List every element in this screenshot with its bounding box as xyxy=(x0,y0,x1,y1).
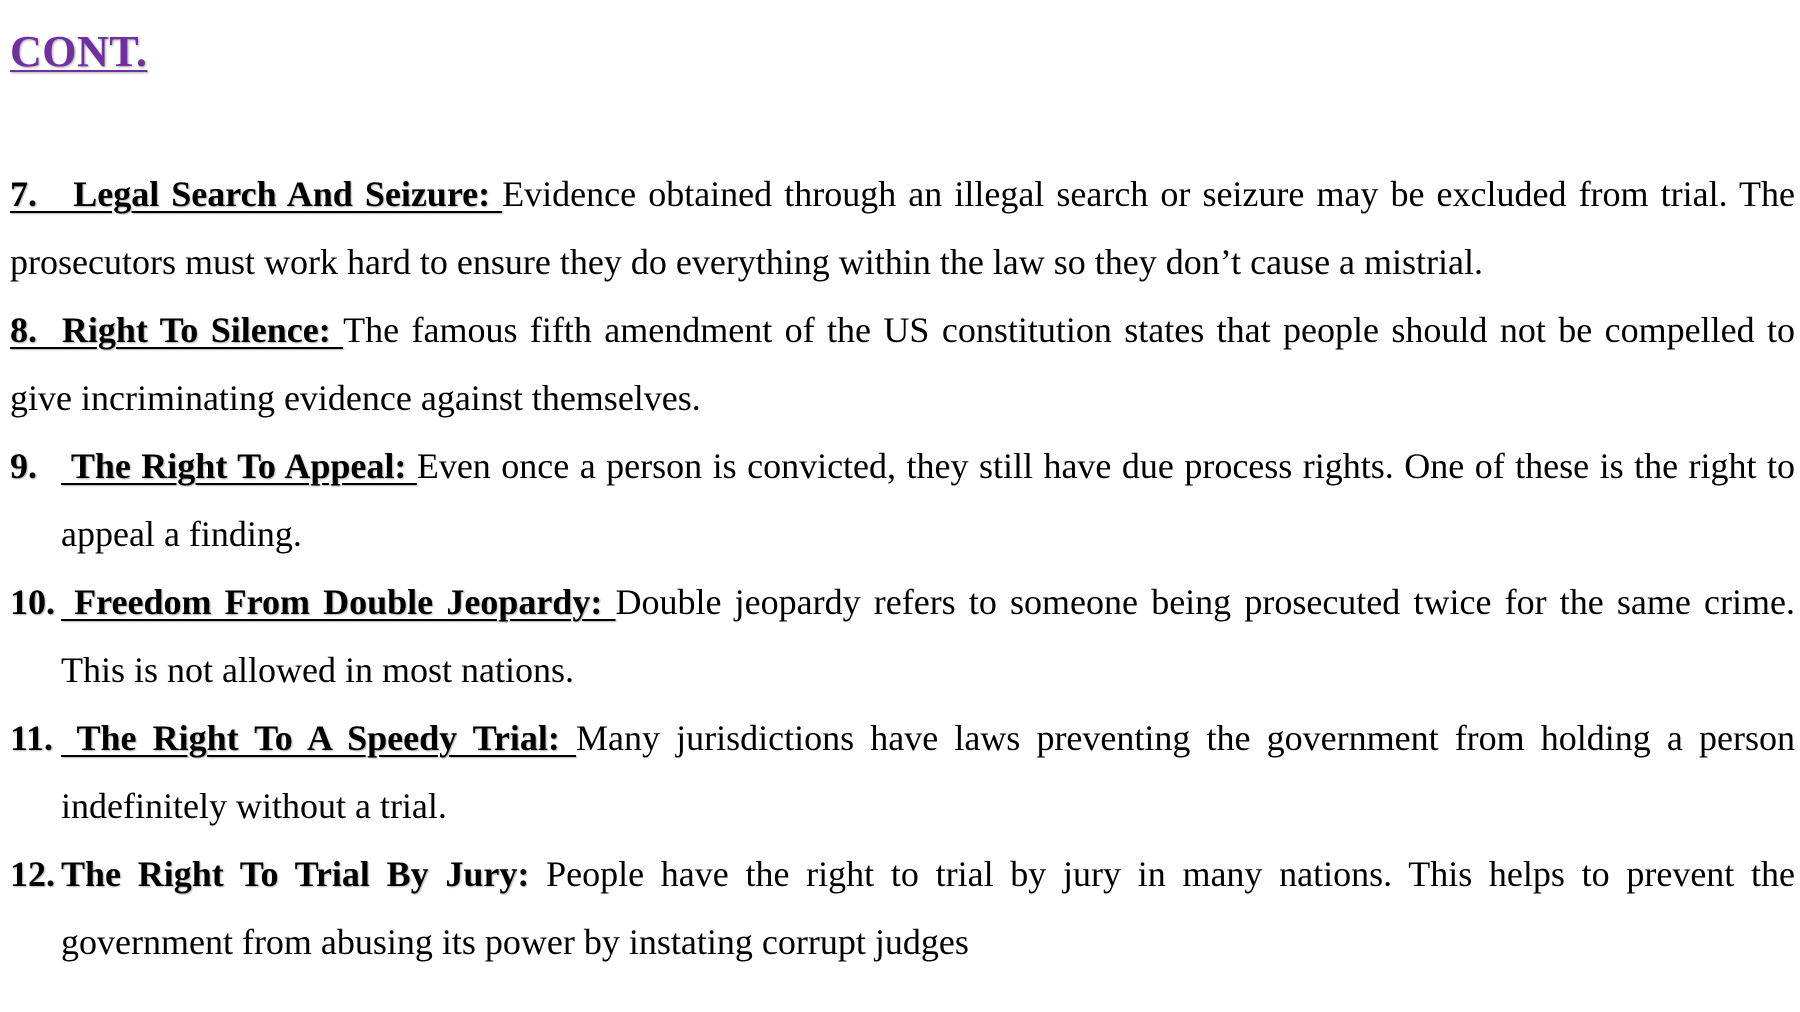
slide-heading: CONT. xyxy=(10,27,148,76)
item-title: 8. Right To Silence: xyxy=(10,310,343,350)
item-number: 7. xyxy=(10,174,37,214)
item-number: 8. xyxy=(10,310,37,350)
list-item-right-to-appeal: 9. The Right To Appeal: Even once a pers… xyxy=(10,432,1795,568)
list-item-right-to-silence: 8. Right To Silence: The famous fifth am… xyxy=(10,296,1795,432)
rights-list: 7. Legal Search And Seizure: Evidence ob… xyxy=(10,160,1795,976)
list-item-legal-search-and-seizure: 7. Legal Search And Seizure: Evidence ob… xyxy=(10,160,1795,296)
item-title: The Right To A Speedy Trial: xyxy=(61,718,577,758)
slide: CONT. 7. Legal Search And Seizure: Evide… xyxy=(0,0,1800,1012)
item-title: The Right To Trial By Jury: xyxy=(61,854,530,894)
list-item-speedy-trial: 11. The Right To A Speedy Trial: Many ju… xyxy=(10,704,1795,840)
list-item-trial-by-jury: 12. The Right To Trial By Jury: People ha… xyxy=(10,840,1795,976)
item-number: 10. xyxy=(10,582,55,622)
item-title-text: Right To Silence: xyxy=(37,310,344,350)
item-title-text: Legal Search And Seizure: xyxy=(37,174,503,214)
item-number: 11. xyxy=(10,718,54,758)
item-title: Freedom From Double Jeopardy: xyxy=(61,582,616,622)
item-number: 12. xyxy=(10,854,55,894)
list-item-double-jeopardy: 10. Freedom From Double Jeopardy: Double… xyxy=(10,568,1795,704)
item-number: 9. xyxy=(10,446,37,486)
item-title: The Right To Appeal: xyxy=(61,446,417,486)
item-title: 7. Legal Search And Seizure: xyxy=(10,174,502,214)
